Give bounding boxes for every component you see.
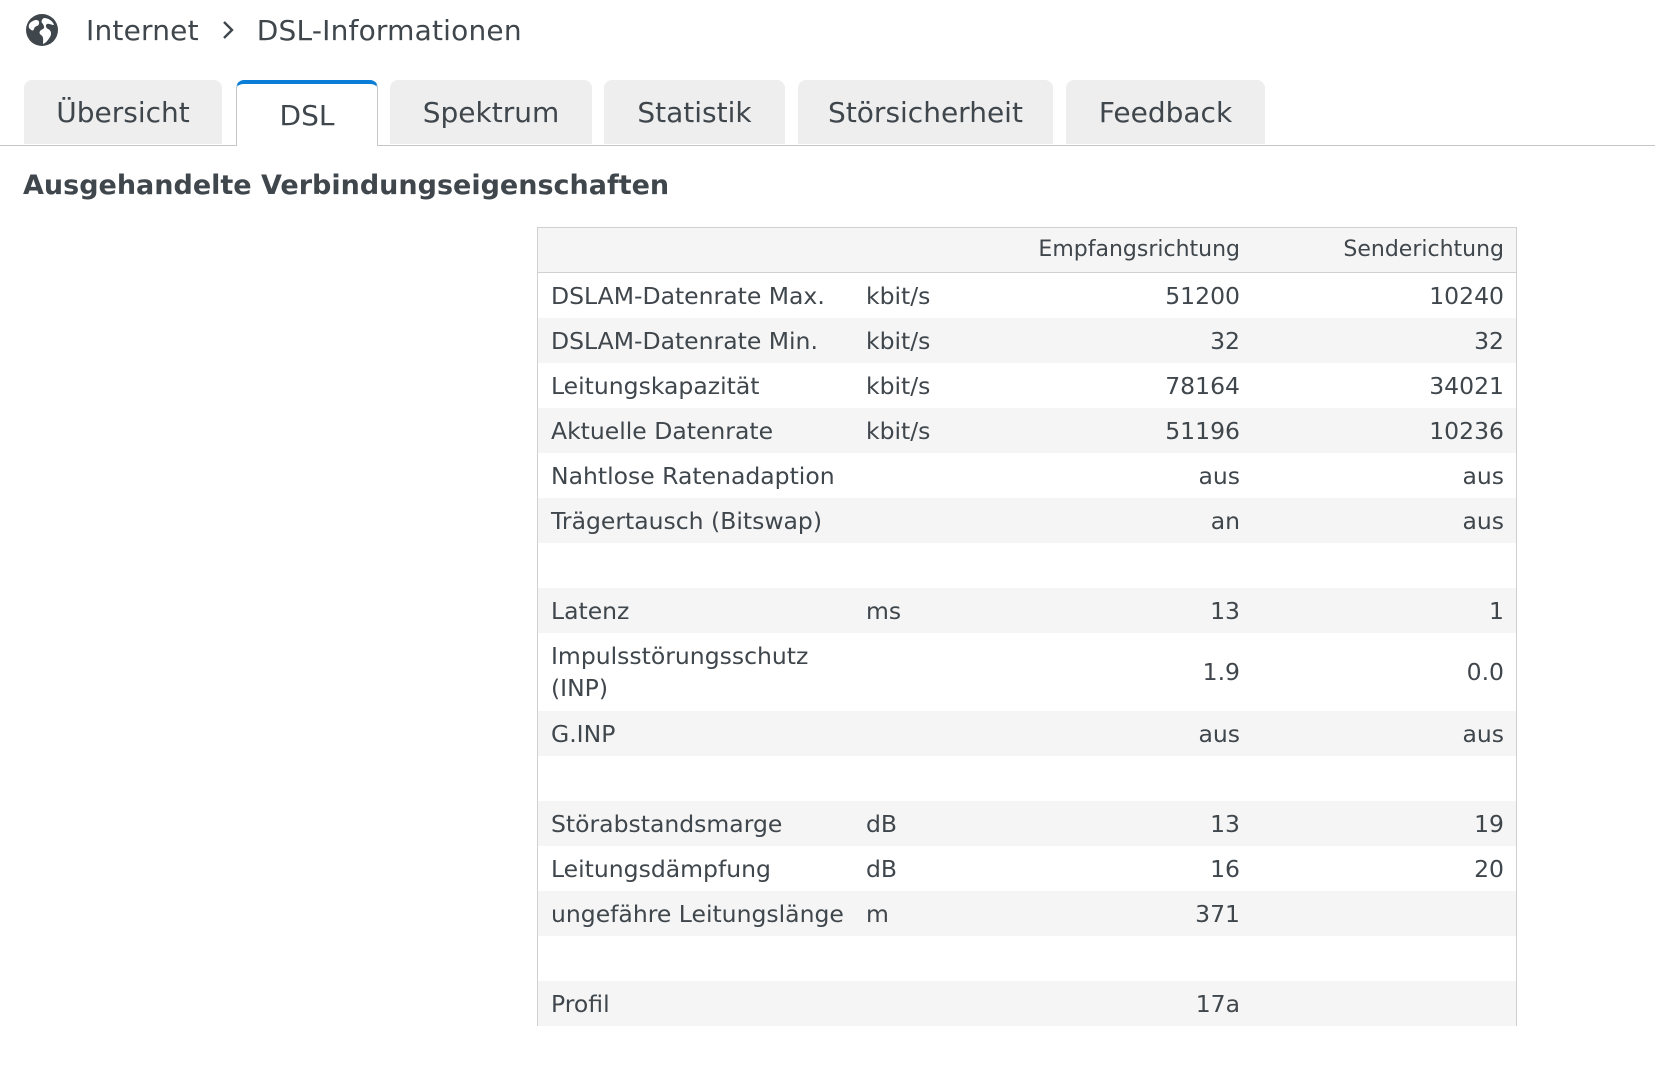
table-row: ungefähre Leitungslänge m 371 <box>538 891 1516 936</box>
row-unit: kbit/s <box>866 371 931 400</box>
tab-spektrum[interactable]: Spektrum <box>390 80 592 144</box>
tab-dsl[interactable]: DSL <box>236 80 378 146</box>
row-label: Aktuelle Datenrate <box>551 416 774 445</box>
table-row: Nahtlose Ratenadaption aus aus <box>538 453 1516 498</box>
chevron-right-icon <box>221 19 235 41</box>
row-label: Trägertausch (Bitswap) <box>551 506 823 535</box>
row-sende-value: 1 <box>1489 596 1504 625</box>
row-sende-value: 10240 <box>1429 281 1504 310</box>
row-label: Latenz <box>551 596 630 625</box>
table-row: G.INP aus aus <box>538 711 1516 756</box>
tab-uebersicht[interactable]: Übersicht <box>24 80 222 144</box>
header-senderichtung: Senderichtung <box>1343 237 1504 262</box>
table-row: Profil 17a <box>538 981 1516 1026</box>
row-unit: ms <box>866 596 902 625</box>
table-header: Empfangsrichtung Senderichtung <box>538 228 1516 273</box>
row-sende-value: 20 <box>1474 854 1504 883</box>
table-spacer-row <box>538 936 1516 981</box>
table-row: DSLAM-Datenrate Max. kbit/s 51200 10240 <box>538 273 1516 318</box>
row-label: Störabstandsmarge <box>551 809 783 838</box>
row-sende-value: aus <box>1462 461 1504 490</box>
row-unit: dB <box>866 809 898 838</box>
row-sende-value: 32 <box>1474 326 1504 355</box>
table-spacer-row <box>538 543 1516 588</box>
row-sende-value: aus <box>1462 506 1504 535</box>
row-label: G.INP <box>551 719 616 748</box>
breadcrumb: Internet DSL-Informationen <box>24 10 522 50</box>
globe-icon <box>24 12 60 48</box>
tab-bar: Übersicht DSL Spektrum Statistik Störsic… <box>0 80 1655 146</box>
table-spacer-row <box>538 756 1516 801</box>
table-row: DSLAM-Datenrate Min. kbit/s 32 32 <box>538 318 1516 363</box>
table-row: Leitungsdämpfung dB 16 20 <box>538 846 1516 891</box>
row-empfang-value: 371 <box>1195 899 1240 928</box>
row-empfang-value: aus <box>1198 719 1240 748</box>
table-row: Trägertausch (Bitswap) an aus <box>538 498 1516 543</box>
row-sende-value: 34021 <box>1429 371 1504 400</box>
breadcrumb-internet[interactable]: Internet <box>86 14 199 47</box>
tab-statistik[interactable]: Statistik <box>604 80 785 144</box>
row-label: Profil <box>551 989 610 1018</box>
row-label: Leitungsdämpfung <box>551 854 771 883</box>
row-sende-value: 19 <box>1474 809 1504 838</box>
row-empfang-value: 16 <box>1210 854 1240 883</box>
row-empfang-value: 13 <box>1210 596 1240 625</box>
row-unit: m <box>866 899 889 928</box>
row-empfang-value: an <box>1210 506 1240 535</box>
tab-feedback[interactable]: Feedback <box>1066 80 1265 144</box>
row-label: Leitungskapazität <box>551 371 760 400</box>
tab-stoersicherheit[interactable]: Störsicherheit <box>798 80 1053 144</box>
table-body: DSLAM-Datenrate Max. kbit/s 51200 10240 DSLA… <box>538 273 1516 1026</box>
table-row: Impulsstörungsschutz (INP) 1.9 0.0 <box>538 633 1516 711</box>
row-unit: kbit/s <box>866 416 931 445</box>
row-unit: kbit/s <box>866 281 931 310</box>
row-sende-value: 10236 <box>1429 416 1504 445</box>
header-empfangsrichtung: Empfangsrichtung <box>1038 237 1240 262</box>
row-label: DSLAM-Datenrate Min. <box>551 326 818 355</box>
breadcrumb-dsl-informationen: DSL-Informationen <box>256 13 522 47</box>
row-sende-value: 0.0 <box>1466 658 1504 686</box>
connection-properties-table: Empfangsrichtung Senderichtung DSLAM-Dat… <box>537 227 1517 1026</box>
row-empfang-value: 1.9 <box>1202 658 1240 686</box>
row-empfang-value: 78164 <box>1165 371 1240 400</box>
row-unit: kbit/s <box>866 326 931 355</box>
table-row: Störabstandsmarge dB 13 19 <box>538 801 1516 846</box>
row-unit: dB <box>866 854 898 883</box>
row-empfang-value: 13 <box>1210 809 1240 838</box>
row-label: Nahtlose Ratenadaption <box>551 461 835 490</box>
table-row: Latenz ms 13 1 <box>538 588 1516 633</box>
row-label: DSLAM-Datenrate Max. <box>551 281 825 310</box>
section-title: Ausgehandelte Verbindungseigenschaften <box>23 170 670 201</box>
row-empfang-value: 51196 <box>1165 416 1240 445</box>
row-label: Impulsstörungsschutz (INP) <box>551 642 809 702</box>
row-label: ungefähre Leitungslänge <box>551 899 844 928</box>
table-row: Aktuelle Datenrate kbit/s 51196 10236 <box>538 408 1516 453</box>
row-empfang-value: 51200 <box>1165 281 1240 310</box>
row-empfang-value: 17a <box>1195 989 1240 1018</box>
row-empfang-value: aus <box>1198 461 1240 490</box>
table-row: Leitungskapazität kbit/s 78164 34021 <box>538 363 1516 408</box>
row-sende-value: aus <box>1462 719 1504 748</box>
row-empfang-value: 32 <box>1210 326 1240 355</box>
